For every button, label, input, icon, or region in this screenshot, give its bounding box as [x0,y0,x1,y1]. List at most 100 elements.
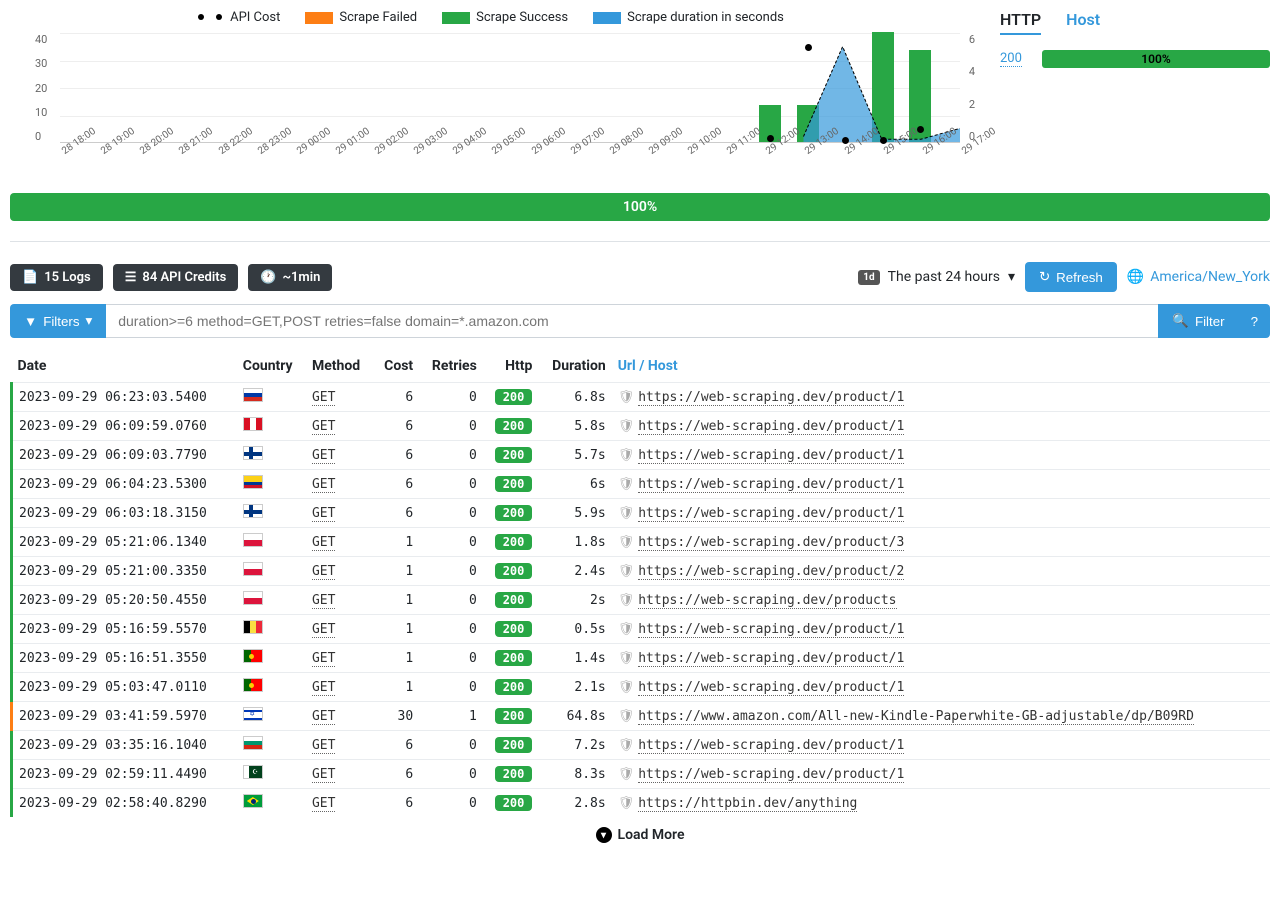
url-link[interactable]: https://web-scraping.dev/product/1 [638,477,904,493]
url-link[interactable]: https://web-scraping.dev/product/1 [638,506,904,522]
url-link[interactable]: https://web-scraping.dev/product/1 [638,390,904,406]
shield-icon: 🛡 [618,564,635,579]
cell-url: 🛡https://web-scraping.dev/product/1 [612,615,1270,644]
table-row[interactable]: 2023-09-29 05:21:06.1340GET102001.8s🛡htt… [12,528,1271,557]
shield-icon: 🛡 [618,448,635,463]
cell-url: 🛡https://web-scraping.dev/product/1 [612,499,1270,528]
cell-duration: 5.8s [538,412,611,441]
url-link[interactable]: https://web-scraping.dev/product/1 [638,448,904,464]
cell-http: 200 [483,499,539,528]
cell-method: GET [306,644,373,673]
timezone-link[interactable]: America/New_York [1150,269,1270,285]
cell-cost: 6 [373,760,419,789]
cell-retries: 0 [419,760,483,789]
url-link[interactable]: https://web-scraping.dev/product/1 [638,680,904,696]
url-link[interactable]: https://www.amazon.com/All-new-Kindle-Pa… [638,709,1194,725]
table-row[interactable]: 2023-09-29 03:35:16.1040GET602007.2s🛡htt… [12,731,1271,760]
url-link[interactable]: https://web-scraping.dev/product/1 [638,767,904,783]
cell-retries: 0 [419,644,483,673]
cell-url: 🛡https://web-scraping.dev/product/3 [612,528,1270,557]
cell-method: GET [306,760,373,789]
legend-api-cost-icon [196,16,224,19]
url-link[interactable]: https://web-scraping.dev/products [638,593,896,609]
cell-cost: 1 [373,528,419,557]
filter-help-button[interactable]: ? [1239,304,1270,338]
table-row[interactable]: 2023-09-29 03:41:59.5970GET30120064.8s🛡h… [12,702,1271,731]
cell-country [237,441,306,470]
col-url[interactable]: Url / Host [612,350,1270,383]
table-row[interactable]: 2023-09-29 02:58:40.8290GET602002.8s🛡htt… [12,789,1271,818]
url-link[interactable]: https://web-scraping.dev/product/1 [638,622,904,638]
table-row[interactable]: 2023-09-29 06:03:18.3150GET602005.9s🛡htt… [12,499,1271,528]
chevron-down-icon: ▾ [86,313,93,329]
filters-dropdown[interactable]: ▼ Filters ▾ [10,304,106,338]
flag-icon [243,765,263,779]
filter-input[interactable] [106,304,1158,338]
y-axis-left: 40 30 20 10 0 [35,33,47,143]
cell-http: 200 [483,673,539,702]
table-row[interactable]: 2023-09-29 05:16:51.3550GET102001.4s🛡htt… [12,644,1271,673]
cell-country [237,412,306,441]
data-point [880,137,887,144]
table-row[interactable]: 2023-09-29 05:16:59.5570GET102000.5s🛡htt… [12,615,1271,644]
tab-http[interactable]: HTTP [1000,10,1041,35]
filter-button[interactable]: 🔍 Filter [1158,304,1238,338]
col-retries: Retries [419,350,483,383]
refresh-button[interactable]: ↻ Refresh [1025,262,1117,292]
load-more-button[interactable]: ▾ Load More [10,817,1270,853]
shield-icon: 🛡 [618,680,635,695]
legend-success-icon [442,12,470,24]
cell-duration: 6.8s [538,383,611,412]
table-row[interactable]: 2023-09-29 05:20:50.4550GET102002s🛡https… [12,586,1271,615]
table-row[interactable]: 2023-09-29 06:09:03.7790GET602005.7s🛡htt… [12,441,1271,470]
cell-country [237,702,306,731]
url-link[interactable]: https://web-scraping.dev/product/1 [638,419,904,435]
cell-country [237,528,306,557]
url-link[interactable]: https://web-scraping.dev/product/3 [638,535,904,551]
cell-date: 2023-09-29 05:16:51.3550 [12,644,237,673]
cell-duration: 6s [538,470,611,499]
cell-country [237,731,306,760]
cell-date: 2023-09-29 06:09:59.0760 [12,412,237,441]
chart-canvas[interactable]: 40 30 20 10 0 6 4 2 0 28 18:0028 19:0028… [60,33,960,183]
url-link[interactable]: https://web-scraping.dev/product/1 [638,738,904,754]
cell-url: 🛡https://www.amazon.com/All-new-Kindle-P… [612,702,1270,731]
url-link[interactable]: https://web-scraping.dev/product/1 [638,651,904,667]
cell-retries: 0 [419,731,483,760]
cell-method: GET [306,615,373,644]
status-code-200[interactable]: 200 [1000,51,1022,67]
cell-cost: 6 [373,412,419,441]
cell-country [237,557,306,586]
cell-date: 2023-09-29 05:03:47.0110 [12,673,237,702]
table-row[interactable]: 2023-09-29 06:04:23.5300GET602006s🛡https… [12,470,1271,499]
status-bar: 100% [1042,50,1270,68]
url-link[interactable]: https://httpbin.dev/anything [638,796,857,812]
cell-date: 2023-09-29 03:35:16.1040 [12,731,237,760]
table-row[interactable]: 2023-09-29 02:59:11.4490GET602008.3s🛡htt… [12,760,1271,789]
col-date: Date [12,350,237,383]
badge-logs: 📄 15 Logs [10,264,103,291]
url-link[interactable]: https://web-scraping.dev/product/2 [638,564,904,580]
flag-icon [243,736,263,750]
table-row[interactable]: 2023-09-29 06:09:59.0760GET602005.8s🛡htt… [12,412,1271,441]
cell-duration: 7.2s [538,731,611,760]
timezone[interactable]: 🌐 America/New_York [1127,269,1270,285]
cell-url: 🛡https://web-scraping.dev/product/1 [612,673,1270,702]
cell-cost: 1 [373,557,419,586]
time-range-badge: 1d [858,270,879,285]
shield-icon: 🛡 [618,738,635,753]
file-icon: 📄 [22,270,38,285]
filter-row: ▼ Filters ▾ 🔍 Filter ? [10,304,1270,338]
cell-retries: 0 [419,586,483,615]
cell-duration: 64.8s [538,702,611,731]
table-row[interactable]: 2023-09-29 05:03:47.0110GET102002.1s🛡htt… [12,673,1271,702]
tab-host[interactable]: Host [1066,10,1100,35]
cell-url: 🛡https://web-scraping.dev/products [612,586,1270,615]
time-range-dropdown[interactable]: 1d The past 24 hours ▾ [858,269,1015,285]
table-row[interactable]: 2023-09-29 05:21:00.3350GET102002.4s🛡htt… [12,557,1271,586]
table-row[interactable]: 2023-09-29 06:23:03.5400GET602006.8s🛡htt… [12,383,1271,412]
flag-icon [243,707,263,721]
cell-country [237,615,306,644]
cell-country [237,673,306,702]
cell-http: 200 [483,586,539,615]
